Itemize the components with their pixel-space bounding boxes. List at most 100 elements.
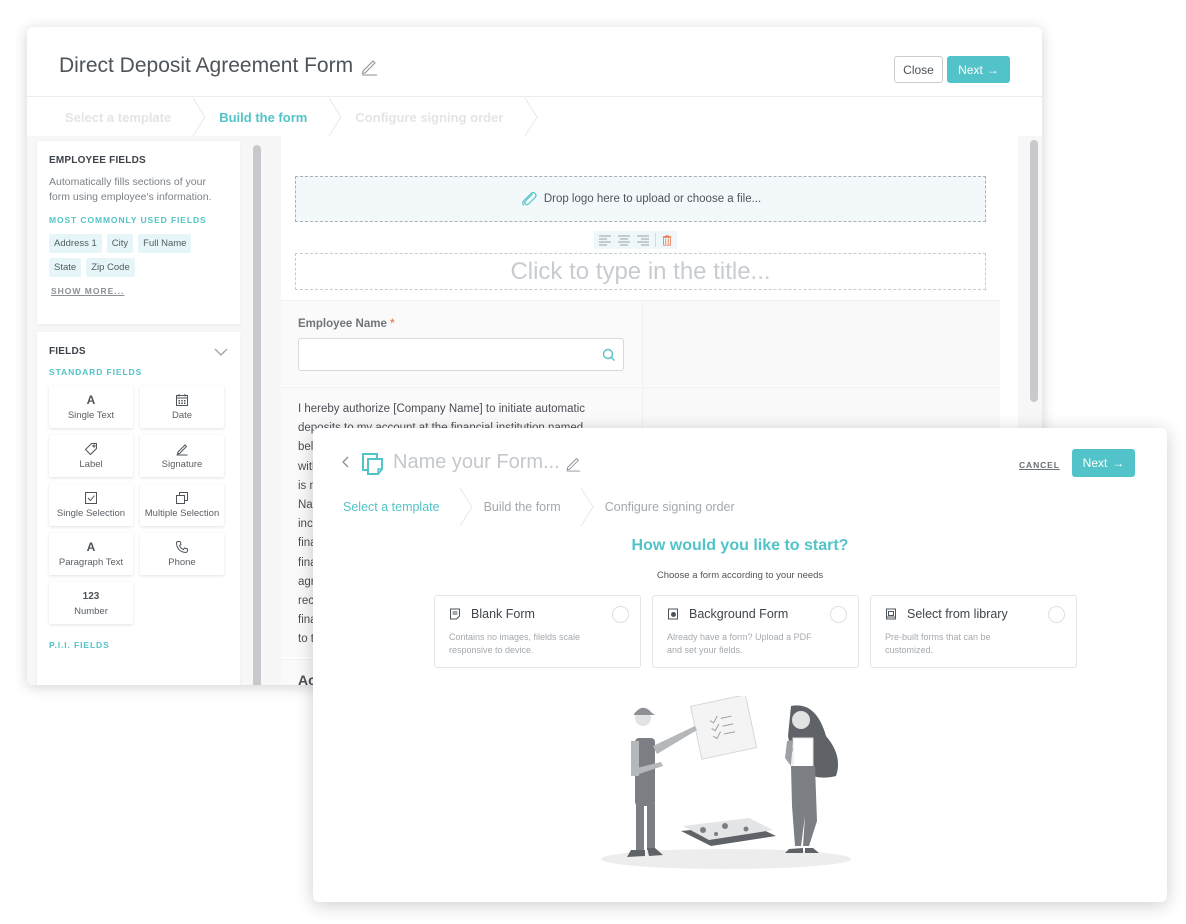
form-row: Employee Name * xyxy=(281,300,1000,386)
edit-pencil-icon[interactable] xyxy=(359,56,379,76)
builder-header: Direct Deposit Agreement Form Close Next… xyxy=(27,27,1042,97)
logo-drop-text: Drop logo here to upload or choose a fil… xyxy=(543,193,762,205)
fields-header[interactable]: FIELDS xyxy=(49,346,228,357)
tag-icon xyxy=(84,442,98,456)
paperclip-icon xyxy=(521,191,537,206)
employee-name-label: Employee Name * xyxy=(298,318,395,330)
option-radio[interactable] xyxy=(830,606,847,623)
next-button-label: Next xyxy=(1082,456,1108,470)
arrow-right-icon: → xyxy=(986,62,999,77)
field-label: Number xyxy=(74,606,108,617)
fields-title: FIELDS xyxy=(49,346,86,357)
standard-fields-grid: A Single Text Date Label Signature Singl… xyxy=(49,386,228,624)
option-description: Contains no images, filelds scale respon… xyxy=(449,632,581,655)
signature-pen-icon xyxy=(175,442,189,456)
checkbox-icon xyxy=(84,491,98,505)
field-label-type[interactable]: Label xyxy=(49,435,133,477)
step-build-form[interactable]: Build the form xyxy=(199,98,342,136)
form-cell[interactable]: Employee Name * xyxy=(281,301,641,386)
step-configure-signing[interactable]: Configure signing order xyxy=(335,98,538,136)
back-chevron-icon[interactable] xyxy=(341,455,351,469)
option-header: Background Form xyxy=(667,607,788,621)
option-description: Already have a form? Upload a PDF and se… xyxy=(667,632,812,655)
step-label: Select a template xyxy=(65,109,172,125)
field-single-selection[interactable]: Single Selection xyxy=(49,484,133,526)
fields-card: FIELDS STANDARD FIELDS A Single Text Dat… xyxy=(37,332,240,685)
field-label: Signature xyxy=(161,459,203,470)
employee-fields-card: EMPLOYEE FIELDS Automatically fills sect… xyxy=(37,141,240,324)
next-button[interactable]: Next → xyxy=(947,56,1010,83)
chip-full-name[interactable]: Full Name xyxy=(138,234,192,253)
empty-form-cell[interactable] xyxy=(642,301,1000,386)
field-number[interactable]: 123 Number xyxy=(49,582,133,624)
field-paragraph-text[interactable]: A Paragraph Text xyxy=(49,533,133,575)
field-label: Label xyxy=(79,459,103,470)
form-title[interactable]: Direct Deposit Agreement Form xyxy=(59,54,379,78)
employee-name-label-text: Employee Name xyxy=(298,318,387,330)
align-center-icon[interactable] xyxy=(617,234,631,246)
chip-city[interactable]: City xyxy=(106,234,134,253)
sidebar-scrollbar[interactable] xyxy=(253,145,261,685)
option-radio[interactable] xyxy=(1048,606,1065,623)
calendar-icon xyxy=(175,393,189,407)
trash-icon[interactable] xyxy=(661,234,673,246)
align-left-icon[interactable] xyxy=(598,234,612,246)
option-background-form[interactable]: Background Form Already have a form? Upl… xyxy=(652,595,859,668)
step-label: Build the form xyxy=(483,500,561,514)
wizard-stepper: Select a template Build the form Configu… xyxy=(313,488,755,526)
builder-stepper: Select a template Build the form Configu… xyxy=(27,98,1042,136)
option-title: Blank Form xyxy=(471,607,535,621)
close-button[interactable]: Close xyxy=(894,56,943,83)
background-form-icon xyxy=(668,608,678,620)
blank-form-icon xyxy=(450,608,460,620)
cancel-link[interactable]: CANCEL xyxy=(1019,460,1060,470)
field-label: Single Text xyxy=(67,410,115,421)
canvas-scrollbar[interactable] xyxy=(1030,140,1038,402)
pii-fields-label: P.I.I. FIELDS xyxy=(49,640,110,650)
arrow-right-icon: → xyxy=(1112,456,1125,470)
title-align-toolbar xyxy=(594,231,677,249)
form-title-text: Direct Deposit Agreement Form xyxy=(59,54,354,77)
standard-fields-label: STANDARD FIELDS xyxy=(49,367,143,377)
people-with-form-illustration xyxy=(601,696,851,869)
chip-address-1[interactable]: Address 1 xyxy=(49,234,102,253)
edit-pencil-icon[interactable] xyxy=(564,454,582,472)
chip-zip-code[interactable]: Zip Code xyxy=(86,258,135,277)
next-button-label: Next xyxy=(958,62,983,77)
field-date[interactable]: Date xyxy=(140,386,224,428)
align-right-icon[interactable] xyxy=(636,234,650,246)
field-single-text[interactable]: A Single Text xyxy=(49,386,133,428)
step-build-form[interactable]: Build the form xyxy=(466,488,594,526)
step-label: Build the form xyxy=(219,109,308,125)
option-blank-form[interactable]: Blank Form Contains no images, filelds s… xyxy=(434,595,641,668)
field-label: Multiple Selection xyxy=(144,508,220,519)
number-icon: 123 xyxy=(82,590,100,602)
new-form-wizard: Name your Form... CANCEL Next → Select a… xyxy=(313,428,1167,902)
step-select-template[interactable]: Select a template xyxy=(27,98,206,136)
chip-state[interactable]: State xyxy=(49,258,82,277)
field-phone[interactable]: Phone xyxy=(140,533,224,575)
step-configure-signing[interactable]: Configure signing order xyxy=(587,488,755,526)
multi-copy-icon xyxy=(175,491,189,505)
form-name-input[interactable]: Name your Form... xyxy=(393,451,582,474)
option-select-library[interactable]: Select from library Pre-built forms that… xyxy=(870,595,1077,668)
step-label: Configure signing order xyxy=(604,500,735,514)
field-signature[interactable]: Signature xyxy=(140,435,224,477)
form-title-input[interactable]: Click to type in the title... xyxy=(295,253,986,290)
chevron-down-icon[interactable] xyxy=(214,347,228,357)
step-label: Configure signing order xyxy=(355,109,504,125)
step-chevron-icon xyxy=(524,98,538,136)
show-more-link[interactable]: SHOW MORE... xyxy=(51,286,228,296)
employee-name-input[interactable] xyxy=(298,338,624,371)
field-label: Phone xyxy=(168,557,196,568)
employee-fields-title: EMPLOYEE FIELDS xyxy=(49,155,146,166)
step-select-template[interactable]: Select a template xyxy=(313,488,473,526)
logo-dropzone[interactable]: Drop logo here to upload or choose a fil… xyxy=(295,176,986,222)
employee-fields-description: Automatically fills sections of your for… xyxy=(49,176,212,203)
option-radio[interactable] xyxy=(612,606,629,623)
field-label: Date xyxy=(171,410,193,421)
search-icon[interactable] xyxy=(602,348,616,362)
next-button[interactable]: Next → xyxy=(1072,449,1135,477)
form-document-icon xyxy=(362,453,383,475)
field-multiple-selection[interactable]: Multiple Selection xyxy=(140,484,224,526)
